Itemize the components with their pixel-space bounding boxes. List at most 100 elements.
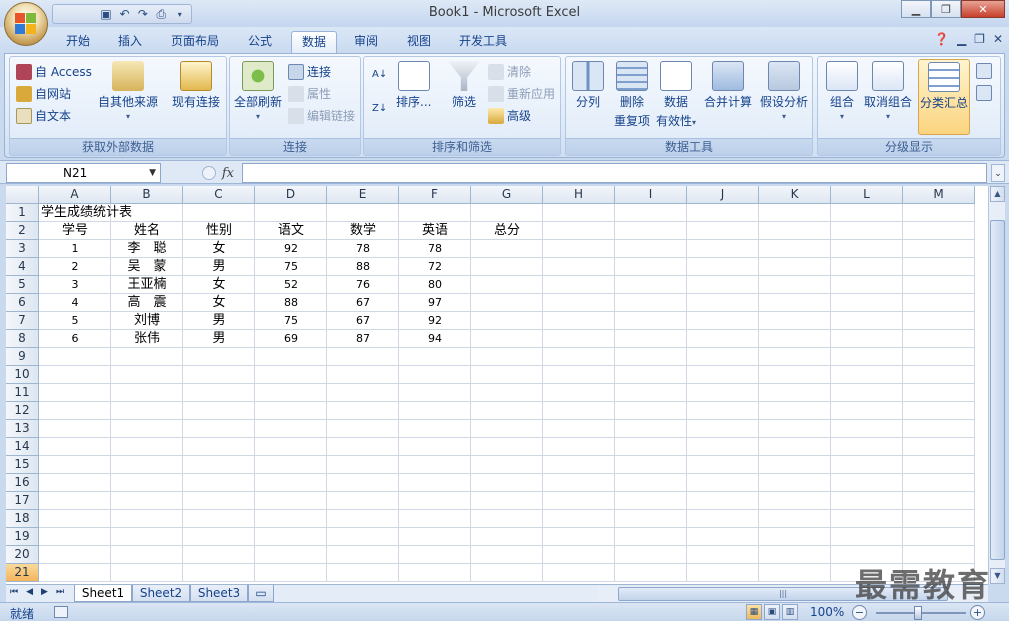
name-box[interactable]: N21 ▼ <box>6 163 161 183</box>
grid-cell[interactable] <box>831 330 903 348</box>
grid-cell[interactable] <box>327 564 399 582</box>
grid-cell[interactable] <box>327 204 399 222</box>
zoom-in-icon[interactable]: + <box>970 605 985 620</box>
grid-cell[interactable] <box>759 276 831 294</box>
grid-cell[interactable] <box>615 312 687 330</box>
grid-cell[interactable] <box>615 348 687 366</box>
grid-cell[interactable] <box>183 474 255 492</box>
macro-recording-icon[interactable] <box>54 606 68 618</box>
grid-cell[interactable] <box>831 258 903 276</box>
grid-cell[interactable] <box>831 402 903 420</box>
grid-cell[interactable] <box>327 528 399 546</box>
grid-cell[interactable] <box>543 222 615 240</box>
grid-cell[interactable] <box>831 384 903 402</box>
row-header[interactable]: 8 <box>6 330 39 348</box>
data-validation-button[interactable]: 数据 有效性▾ <box>656 61 696 129</box>
grid-cell[interactable] <box>471 348 543 366</box>
grid-cell[interactable] <box>471 546 543 564</box>
from-access-button[interactable]: 自 Access <box>16 63 92 80</box>
grid-cell[interactable] <box>759 510 831 528</box>
grid-cell[interactable] <box>543 294 615 312</box>
grid-cell[interactable] <box>831 366 903 384</box>
grid-cell[interactable] <box>615 564 687 582</box>
tab-page-layout[interactable]: 页面布局 <box>166 31 224 53</box>
grid-cell[interactable] <box>543 492 615 510</box>
tab-view[interactable]: 视图 <box>399 31 439 53</box>
grid-cell[interactable] <box>759 258 831 276</box>
grid-cell[interactable] <box>327 402 399 420</box>
grid-cell[interactable] <box>615 402 687 420</box>
column-header[interactable]: B <box>111 186 183 204</box>
properties-button[interactable]: 属性 <box>288 85 331 102</box>
grid-cell[interactable] <box>39 564 111 582</box>
grid-cell[interactable] <box>687 312 759 330</box>
filter-button[interactable]: 筛选 <box>448 61 480 110</box>
grid-cell[interactable] <box>399 420 471 438</box>
grid-cell[interactable] <box>687 402 759 420</box>
ribbon-restore-icon[interactable]: ❐ <box>974 32 985 46</box>
grid-cell[interactable] <box>111 564 183 582</box>
grid-cell[interactable] <box>39 348 111 366</box>
grid-cell[interactable] <box>183 492 255 510</box>
column-header[interactable]: D <box>255 186 327 204</box>
grid-cell[interactable] <box>399 348 471 366</box>
text-to-columns-button[interactable]: 分列 <box>572 61 604 110</box>
grid-cell[interactable] <box>255 402 327 420</box>
grid-cell[interactable] <box>687 528 759 546</box>
column-header[interactable]: I <box>615 186 687 204</box>
grid-cell[interactable] <box>831 528 903 546</box>
grid-cell[interactable] <box>111 420 183 438</box>
grid-cell[interactable] <box>759 240 831 258</box>
clear-filter-button[interactable]: 清除 <box>488 63 531 80</box>
row-header[interactable]: 20 <box>6 546 39 564</box>
grid-cell[interactable] <box>255 420 327 438</box>
grid-cell[interactable] <box>39 456 111 474</box>
connections-button[interactable]: 连接 <box>288 63 331 80</box>
grid-cell[interactable] <box>471 420 543 438</box>
grid-cell[interactable] <box>39 492 111 510</box>
grid-cell[interactable] <box>831 348 903 366</box>
grid-cell[interactable] <box>255 204 327 222</box>
grid-cell[interactable] <box>903 204 975 222</box>
grid-cell[interactable] <box>543 474 615 492</box>
grid-cell[interactable] <box>183 528 255 546</box>
grid-cell[interactable] <box>183 456 255 474</box>
grid-cell[interactable] <box>759 456 831 474</box>
grid-cell[interactable] <box>471 294 543 312</box>
grid-cell[interactable] <box>831 510 903 528</box>
grid-cell[interactable] <box>39 546 111 564</box>
row-header[interactable]: 11 <box>6 384 39 402</box>
grid-cell[interactable] <box>903 330 975 348</box>
grid-cell[interactable] <box>759 474 831 492</box>
tab-data[interactable]: 数据 <box>291 31 337 53</box>
row-header[interactable]: 18 <box>6 510 39 528</box>
insert-sheet-icon[interactable]: ▭ <box>248 585 274 602</box>
grid-cell[interactable] <box>471 240 543 258</box>
row-header[interactable]: 7 <box>6 312 39 330</box>
grid-cell[interactable] <box>471 510 543 528</box>
grid-cell[interactable] <box>903 402 975 420</box>
grid-cell[interactable] <box>471 438 543 456</box>
grid-cell[interactable] <box>903 456 975 474</box>
grid-cell[interactable] <box>183 348 255 366</box>
column-header[interactable]: H <box>543 186 615 204</box>
grid-cell[interactable] <box>327 492 399 510</box>
sheet-tab-1[interactable]: Sheet1 <box>74 585 132 602</box>
prev-sheet-icon[interactable]: ◀ <box>26 587 33 597</box>
grid-cell[interactable] <box>183 366 255 384</box>
row-header[interactable]: 17 <box>6 492 39 510</box>
grid-cell[interactable] <box>615 294 687 312</box>
grid-cell[interactable] <box>759 438 831 456</box>
ungroup-button[interactable]: 取消组合 ▾ <box>864 61 912 121</box>
grid-cell[interactable] <box>471 330 543 348</box>
grid-cell[interactable] <box>471 366 543 384</box>
row-header[interactable]: 19 <box>6 528 39 546</box>
grid-cell[interactable] <box>399 492 471 510</box>
grid-cell[interactable] <box>543 564 615 582</box>
expand-formula-bar-icon[interactable]: ⌄ <box>991 164 1005 182</box>
from-web-button[interactable]: 自网站 <box>16 85 71 102</box>
row-header[interactable]: 9 <box>6 348 39 366</box>
grid-cell[interactable] <box>759 420 831 438</box>
grid-cell[interactable] <box>399 546 471 564</box>
grid-cell[interactable] <box>111 546 183 564</box>
